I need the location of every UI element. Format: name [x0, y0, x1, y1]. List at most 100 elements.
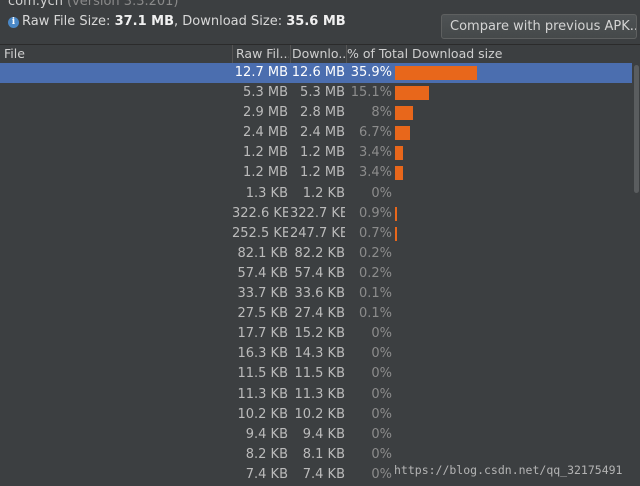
download-size-cell: 7.4 KB	[302, 466, 345, 482]
raw-size-cell: 33.7 KB	[237, 286, 288, 302]
scrollbar-thumb[interactable]	[634, 65, 639, 193]
percent-cell: 0.1%	[358, 306, 392, 322]
table-row[interactable]: emoji.xml1.3 KB1.2 KB0%	[0, 184, 632, 204]
table-row[interactable]: com.tencent.plus.blue_down.p11.5 KB11.5 …	[0, 364, 632, 384]
percent-cell: 0%	[371, 406, 392, 422]
download-size-cell: 8.1 KB	[302, 446, 345, 462]
raw-size-cell: 11.3 KB	[237, 386, 288, 402]
table-row[interactable]: ▼assets12.7 MB12.6 MB35.9%	[0, 63, 632, 84]
download-size-cell: 2.4 MB	[300, 125, 345, 141]
size-summary: i Raw File Size: 37.1 MB, Download Size: …	[8, 14, 346, 29]
raw-size-cell: 2.4 MB	[243, 125, 288, 141]
column-raw-size[interactable]: Raw Fil...	[236, 46, 289, 61]
column-header: File Raw Fil... Downlo... % of Total Dow…	[0, 44, 640, 65]
compare-apk-button[interactable]: Compare with previous APK...	[441, 14, 637, 39]
download-size-cell: 1.2 KB	[302, 185, 345, 201]
table-row[interactable]: ardata_ex.mp35.3 MB5.3 MB15.1%	[0, 83, 632, 103]
raw-size-cell: 12.7 MB	[234, 65, 288, 80]
column-divider[interactable]	[232, 45, 233, 64]
table-row[interactable]: v3.mp32.4 MB2.4 MB6.7%	[0, 123, 632, 143]
raw-size-cell: 82.1 KB	[237, 245, 288, 261]
download-size-cell: 33.6 KB	[294, 286, 345, 302]
size-percent-bar	[395, 66, 477, 80]
download-size-cell: 14.3 KB	[294, 346, 345, 362]
percent-cell: 0%	[371, 326, 392, 342]
column-download-size[interactable]: Downlo...	[292, 46, 346, 61]
download-size-cell: 10.2 KB	[294, 406, 345, 422]
table-row[interactable]: ▼emoji1.2 MB1.2 MB3.4%	[0, 143, 632, 163]
app-name: com.ych	[8, 0, 63, 9]
download-size-cell: 1.2 MB	[300, 145, 345, 161]
percent-cell: 0%	[371, 466, 392, 482]
percent-cell: 0.9%	[358, 205, 392, 221]
percent-cell: 6.7%	[358, 125, 392, 141]
download-size-cell: 15.2 KB	[294, 326, 345, 342]
size-percent-bar	[395, 146, 403, 161]
table-row[interactable]: ▶p252.5 KB247.7 KB0.7%	[0, 224, 632, 244]
raw-size-cell: 10.2 KB	[237, 406, 288, 422]
download-size-cell: 322.7 KB	[290, 205, 345, 221]
raw-size-cell: 5.3 MB	[243, 85, 288, 101]
percent-cell: 0.7%	[358, 225, 392, 241]
table-row[interactable]: yonghuxieyi.html17.7 KB15.2 KB0%	[0, 324, 632, 344]
download-size-cell: 5.3 MB	[300, 85, 345, 101]
raw-size-cell: 9.4 KB	[245, 426, 288, 442]
raw-size-cell: 8.2 KB	[245, 446, 288, 462]
percent-cell: 0.1%	[358, 286, 392, 302]
apk-summary-header: com.ych (version 3.3.201) i Raw File Size:…	[0, 0, 640, 44]
column-file[interactable]: File	[4, 46, 229, 61]
raw-size-cell: 1.3 KB	[245, 185, 288, 201]
table-row[interactable]: ▶default1.2 MB1.2 MB3.4%	[0, 163, 632, 183]
size-percent-bar	[395, 86, 430, 101]
app-version: (version 3.3.201)	[66, 0, 179, 9]
column-divider[interactable]	[290, 45, 291, 64]
download-size-cell: 12.6 MB	[291, 65, 345, 80]
raw-size-cell: 16.3 KB	[237, 346, 288, 362]
table-row[interactable]: 1.bundle57.4 KB57.4 KB0.2%	[0, 264, 632, 284]
percent-cell: 0%	[371, 366, 392, 382]
size-percent-bar	[395, 206, 398, 221]
download-size-cell: 9.4 KB	[302, 426, 345, 442]
table-row[interactable]: libwbsafeedit8.2 KB8.1 KB0%	[0, 445, 632, 465]
download-size-cell: 2.8 MB	[300, 105, 345, 121]
table-row[interactable]: city.json16.3 KB14.3 KB0%	[0, 344, 632, 364]
table-row[interactable]: com.tencent.plus.blue_normal11.3 KB11.3 …	[0, 385, 632, 405]
download-size-cell: 11.3 KB	[294, 386, 345, 402]
download-size-cell: 11.5 KB	[294, 366, 345, 382]
raw-size-cell: 1.2 MB	[243, 165, 288, 181]
percent-cell: 0.2%	[358, 245, 392, 261]
percent-cell: 0.2%	[358, 265, 392, 281]
table-row[interactable]: com.tencent.plus.blue_disable10.2 KB10.2…	[0, 405, 632, 425]
app-title: com.ych (version 3.3.201)	[8, 0, 179, 9]
size-percent-bar	[395, 166, 403, 181]
file-tree-table: ▼assets12.7 MB12.6 MB35.9%ardata_ex.mp35…	[0, 63, 632, 485]
table-row[interactable]: face_beautification.mp3322.6 KB322.7 KB0…	[0, 204, 632, 224]
raw-size-cell: 17.7 KB	[237, 326, 288, 342]
table-row[interactable]: ▶pinyin27.5 KB27.4 KB0.1%	[0, 304, 632, 324]
raw-size-value: 37.1 MB	[114, 14, 175, 29]
percent-cell: 0%	[371, 426, 392, 442]
table-row[interactable]: ADbg.mp382.1 KB82.2 KB0.2%	[0, 244, 632, 264]
table-row[interactable]: shuiying.mp39.4 KB9.4 KB0%	[0, 425, 632, 445]
download-size-label: , Download Size:	[174, 14, 287, 29]
raw-size-label: Raw File Size:	[22, 14, 115, 29]
info-icon: i	[8, 17, 19, 28]
download-size-cell: 27.4 KB	[294, 306, 345, 322]
percent-cell: 0%	[371, 185, 392, 201]
raw-size-cell: 57.4 KB	[237, 265, 288, 281]
download-size-cell: 82.2 KB	[294, 245, 345, 261]
download-size-cell: 247.7 KB	[290, 225, 345, 241]
raw-size-cell: 11.5 KB	[237, 366, 288, 382]
table-row[interactable]: ▶cosine33.7 KB33.6 KB0.1%	[0, 284, 632, 304]
size-percent-bar	[395, 106, 414, 121]
percent-cell: 0%	[371, 446, 392, 462]
size-percent-bar	[395, 226, 397, 241]
column-percent-total[interactable]: % of Total Download size	[347, 46, 632, 61]
table-row[interactable]: ▶filter2.9 MB2.8 MB8%	[0, 103, 632, 123]
raw-size-cell: 322.6 KB	[232, 205, 288, 221]
vertical-scrollbar[interactable]	[632, 63, 640, 486]
watermark: https://blog.csdn.net/qq_32175491	[394, 463, 623, 477]
size-percent-bar	[395, 126, 411, 141]
raw-size-cell: 1.2 MB	[243, 145, 288, 161]
download-size-cell: 57.4 KB	[294, 265, 345, 281]
